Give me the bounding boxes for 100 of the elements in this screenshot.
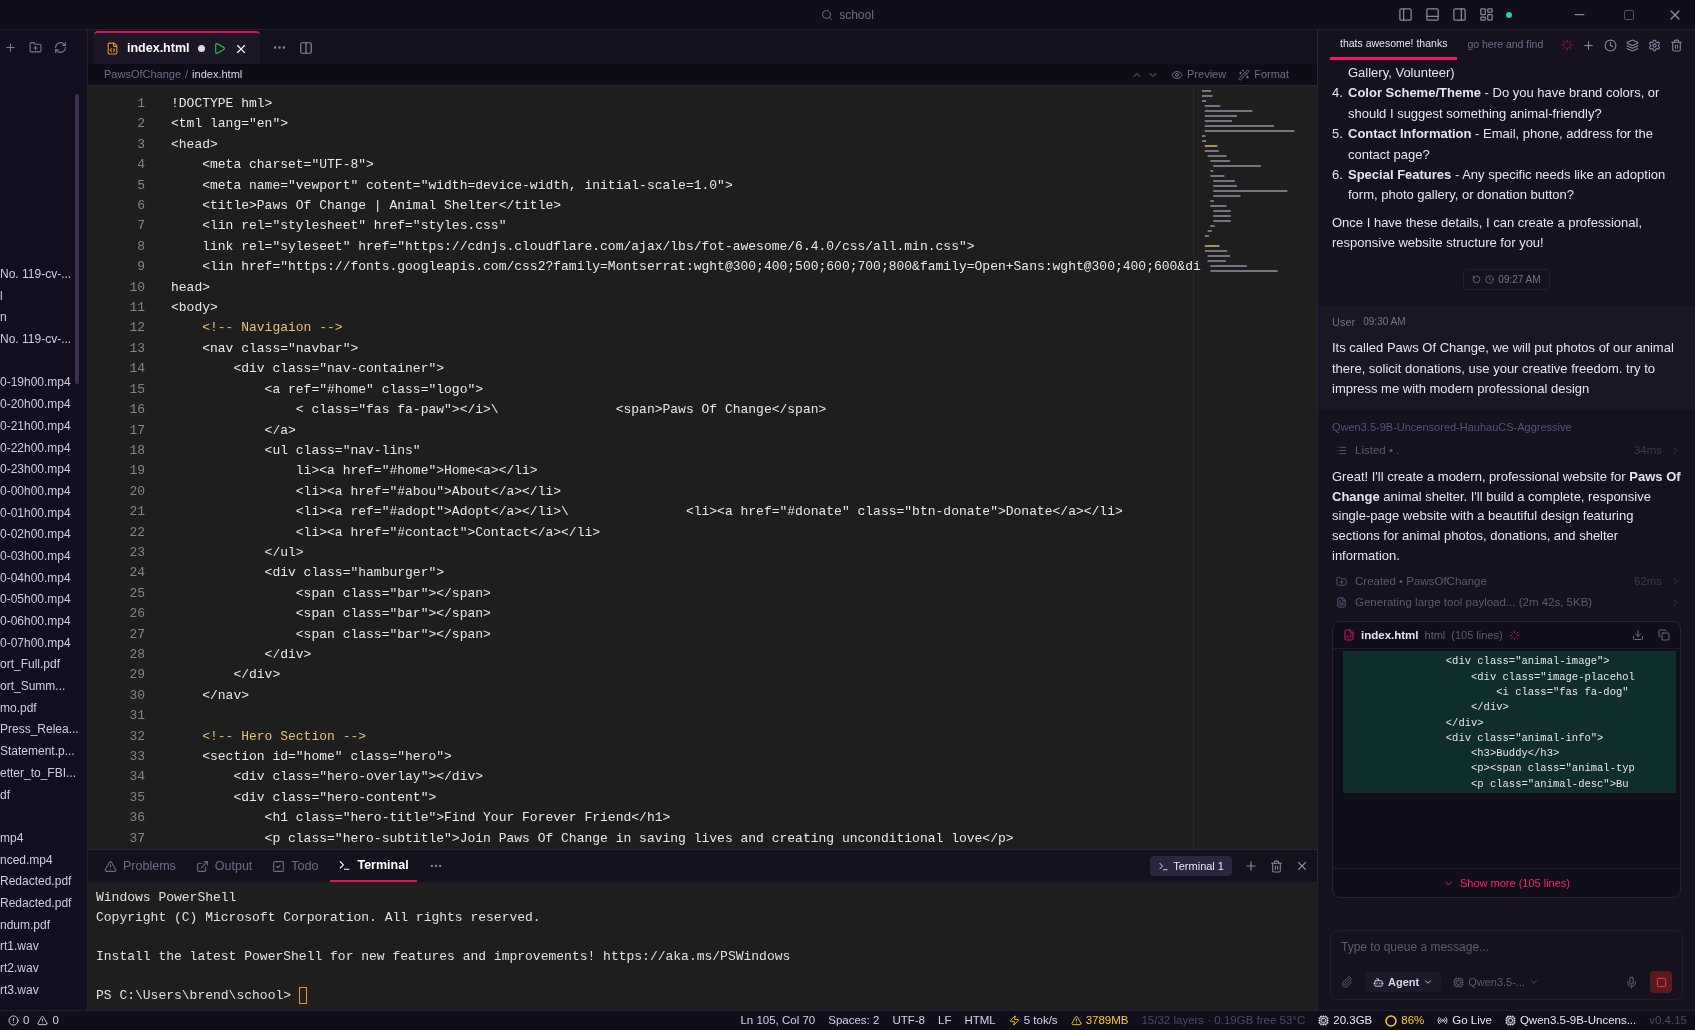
preview-button[interactable]: Preview bbox=[1171, 66, 1227, 83]
file-item[interactable]: 0-04h00.mp4 bbox=[0, 567, 87, 590]
file-item[interactable]: 0-00h00.mp4 bbox=[0, 480, 87, 503]
file-item[interactable]: Press_Relea... bbox=[0, 719, 87, 742]
add-icon[interactable] bbox=[1244, 859, 1258, 874]
warning-icon bbox=[1070, 1015, 1082, 1026]
warnings-count[interactable]: 0 bbox=[37, 1011, 59, 1030]
file-item[interactable]: 0-23h00.mp4 bbox=[0, 459, 87, 481]
panel-bottom-icon[interactable] bbox=[1425, 7, 1440, 22]
layout-icon[interactable] bbox=[1479, 7, 1494, 22]
lightning-icon bbox=[1008, 1015, 1020, 1026]
copy-icon[interactable] bbox=[1658, 629, 1670, 642]
new-folder-icon[interactable] bbox=[29, 40, 42, 54]
panel-right-icon[interactable] bbox=[1452, 7, 1467, 22]
maximize-icon[interactable] bbox=[1623, 8, 1635, 21]
status-item[interactable]: Qwen3.5-9B-Uncens... bbox=[1504, 1011, 1637, 1030]
run-icon[interactable] bbox=[212, 42, 226, 55]
message-input[interactable]: Type to queue a message... bbox=[1341, 938, 1672, 956]
status-item[interactable]: UTF-8 bbox=[892, 1011, 925, 1030]
file-item[interactable]: 0-02h00.mp4 bbox=[0, 524, 87, 546]
code-line: < class="fas fa-paw"></i>\ <span>Paws Of Change</span> bbox=[294, 401, 828, 420]
bot-icon bbox=[1373, 976, 1384, 988]
line-number: 3 bbox=[137, 135, 145, 154]
line-number: 32 bbox=[129, 727, 145, 746]
code-line: <tml lang="en"> bbox=[171, 115, 290, 134]
layers-icon[interactable] bbox=[1626, 38, 1639, 52]
file-item[interactable]: 0-19h00.mp4 bbox=[0, 372, 87, 395]
status-item[interactable]: HTML bbox=[964, 1011, 996, 1030]
file-item[interactable]: df bbox=[0, 784, 87, 807]
breadcrumb-file[interactable]: index.html bbox=[192, 66, 243, 83]
code-line: <lin rel="stylesheet" href="styles.css" bbox=[201, 217, 508, 236]
file-item[interactable]: 0-21h00.mp4 bbox=[0, 415, 87, 438]
show-more-button[interactable]: Show more (105 lines) bbox=[1442, 875, 1571, 892]
line-number: 18 bbox=[129, 441, 145, 460]
terminal-line: Copyright (C) Microsoft Corporation. All rights reserved. bbox=[96, 908, 542, 927]
file-item[interactable]: 0-22h00.mp4 bbox=[0, 437, 87, 460]
add-icon[interactable] bbox=[4, 40, 17, 54]
line-number: 16 bbox=[129, 401, 145, 420]
file-item[interactable]: rt2.wav bbox=[0, 958, 87, 980]
code-line: <a ref="#home" class="logo"> bbox=[263, 380, 485, 399]
file-item[interactable]: 0-05h00.mp4 bbox=[0, 589, 87, 611]
file-item[interactable]: mp4 bbox=[0, 827, 87, 850]
history-icon[interactable] bbox=[1604, 38, 1617, 52]
status-item[interactable]: LF bbox=[938, 1011, 952, 1030]
chip-icon bbox=[1504, 1015, 1516, 1026]
delete-icon[interactable] bbox=[1270, 859, 1283, 873]
file-item[interactable]: 0-07h00.mp4 bbox=[0, 632, 87, 655]
microphone-icon[interactable] bbox=[1625, 975, 1638, 989]
text-cursor bbox=[299, 986, 308, 1004]
file-item[interactable]: No. 119-cv-... bbox=[0, 264, 87, 286]
file-item[interactable]: 0-06h00.mp4 bbox=[0, 611, 87, 633]
file-item[interactable]: ndum.pdf bbox=[0, 914, 87, 937]
download-icon[interactable] bbox=[1632, 629, 1644, 642]
stop-button[interactable] bbox=[1650, 971, 1672, 993]
panel-tab[interactable]: Todo bbox=[264, 850, 327, 883]
file-item[interactable]: ort_Full.pdf bbox=[0, 654, 87, 677]
status-item[interactable]: Spaces: 2 bbox=[828, 1011, 880, 1030]
list-number: 6. bbox=[1332, 166, 1344, 185]
panel-tab[interactable]: Problems bbox=[96, 850, 184, 883]
file-item[interactable]: n bbox=[0, 307, 87, 330]
file-item[interactable]: Redacted.pdf bbox=[0, 892, 87, 915]
code-line: </nav> bbox=[201, 686, 250, 705]
errors-count[interactable]: 0 bbox=[8, 1011, 30, 1030]
status-item[interactable]: 20.3GB bbox=[1318, 1011, 1373, 1030]
file-item[interactable]: etter_to_FBI... bbox=[0, 762, 87, 785]
file-item[interactable]: 0-01h00.mp4 bbox=[0, 502, 87, 525]
chat-tab[interactable]: thats awesome! thanks bbox=[1330, 30, 1458, 60]
attach-icon[interactable] bbox=[1341, 976, 1353, 988]
file-item[interactable]: l bbox=[0, 285, 87, 308]
settings-icon[interactable] bbox=[1648, 38, 1661, 52]
format-button[interactable]: Format bbox=[1238, 66, 1289, 83]
file-item[interactable]: rt3.wav bbox=[0, 979, 87, 1002]
search-field[interactable]: school bbox=[813, 5, 882, 24]
line-number: 31 bbox=[129, 707, 145, 726]
editor-tab[interactable]: index.html bbox=[94, 31, 260, 64]
code-line: <nav class="navbar"> bbox=[201, 339, 360, 358]
file-item[interactable]: No. 119-cv-... bbox=[0, 329, 87, 351]
terminal-instance[interactable]: Terminal 1 bbox=[1150, 855, 1232, 877]
add-icon[interactable] bbox=[1582, 38, 1595, 52]
go-live-button[interactable]: Go Live bbox=[1437, 1011, 1492, 1030]
file-item[interactable]: 0-03h00.mp4 bbox=[0, 545, 87, 568]
panel-tab[interactable]: Output bbox=[187, 850, 261, 883]
delete-icon[interactable] bbox=[1670, 38, 1683, 52]
file-item[interactable]: rt1.wav bbox=[0, 936, 87, 958]
chat-tab[interactable]: go here and find bbox=[1457, 30, 1554, 60]
file-item[interactable]: 0-20h00.mp4 bbox=[0, 394, 87, 416]
output-icon bbox=[195, 859, 209, 873]
breadcrumb-folder[interactable]: PawsOfChange bbox=[104, 66, 182, 83]
file-item[interactable]: mo.pdf bbox=[0, 697, 87, 720]
panel-left-icon[interactable] bbox=[1398, 7, 1413, 22]
refresh-icon[interactable] bbox=[54, 40, 67, 54]
file-item[interactable]: nced.mp4 bbox=[0, 849, 87, 872]
file-item[interactable]: ort_Summ... bbox=[0, 676, 87, 698]
spinner-icon bbox=[1508, 629, 1520, 641]
file-icon bbox=[1336, 597, 1347, 609]
file-item[interactable]: Redacted.pdf bbox=[0, 871, 87, 893]
mode-dropdown[interactable]: Agent bbox=[1365, 971, 1442, 993]
status-item[interactable]: Ln 105, Col 70 bbox=[740, 1011, 816, 1030]
file-item[interactable]: Statement.p... bbox=[0, 741, 87, 763]
split-editor-icon[interactable] bbox=[298, 40, 313, 55]
